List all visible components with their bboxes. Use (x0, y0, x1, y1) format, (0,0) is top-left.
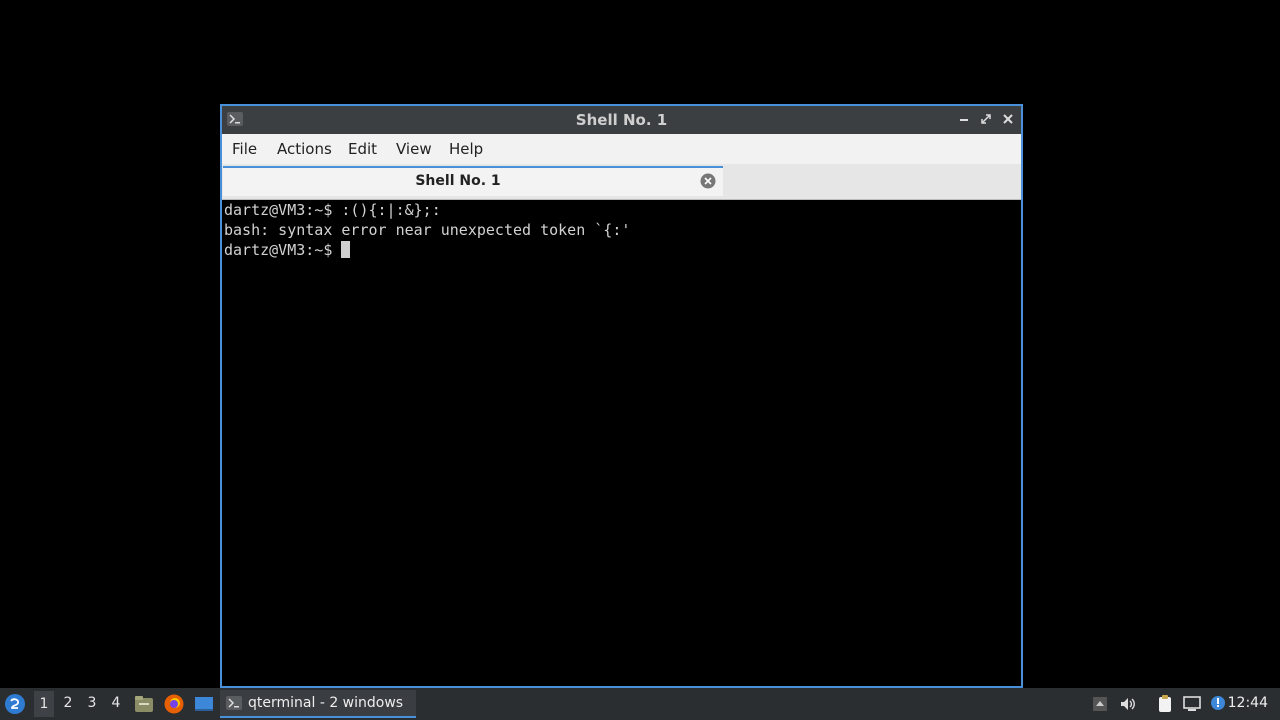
tray-arrow-icon[interactable] (1090, 694, 1110, 714)
tab-shell-1[interactable]: Shell No. 1 (223, 166, 723, 196)
tab-bar: Shell No. 1 (222, 164, 1021, 200)
text-cursor (341, 241, 351, 258)
menu-view[interactable]: View (396, 140, 432, 158)
start-menu-icon[interactable] (4, 693, 26, 715)
task-qterminal[interactable]: qterminal - 2 windows (220, 690, 416, 718)
desktop-2[interactable]: 2 (58, 695, 78, 711)
menu-bar: File Actions Edit View Help (222, 134, 1021, 164)
terminal-line: bash: syntax error near unexpected token… (224, 221, 631, 239)
terminal-icon (226, 696, 242, 710)
volume-icon[interactable] (1118, 694, 1138, 714)
clock[interactable]: 12:44 (1228, 695, 1268, 711)
tab-close-icon[interactable] (699, 172, 717, 190)
window-title: Shell No. 1 (575, 111, 668, 129)
desktop-3[interactable]: 3 (82, 695, 102, 711)
update-notifier-icon[interactable] (1208, 694, 1228, 714)
terminal-prompt-line: dartz@VM3:~$ (224, 240, 1021, 260)
desktop-1[interactable]: 1 (34, 691, 54, 717)
desktop-4[interactable]: 4 (106, 695, 126, 711)
terminal-prompt: dartz@VM3:~$ (224, 241, 342, 259)
title-bar[interactable]: Shell No. 1 (222, 106, 1021, 134)
menu-file[interactable]: File (232, 140, 257, 158)
terminal-line: dartz@VM3:~$ :(){:|:&};: (224, 201, 441, 219)
tab-label: Shell No. 1 (415, 173, 501, 189)
taskbar: 1 2 3 4 qterminal - 2 windows 12:44 (0, 688, 1280, 720)
task-label: qterminal - 2 windows (248, 695, 404, 711)
menu-help[interactable]: Help (449, 140, 483, 158)
menu-actions[interactable]: Actions (277, 140, 332, 158)
terminal-output[interactable]: dartz@VM3:~$ :(){:|:&};: bash: syntax er… (224, 200, 1021, 686)
maximize-button[interactable] (977, 110, 995, 128)
firefox-icon[interactable] (163, 693, 185, 715)
close-button[interactable] (999, 110, 1017, 128)
network-icon[interactable] (1182, 694, 1202, 714)
clipboard-icon[interactable] (1155, 694, 1175, 714)
show-desktop-icon[interactable] (193, 693, 215, 715)
file-manager-icon[interactable] (133, 693, 155, 715)
terminal-window[interactable]: Shell No. 1 File Actions Edit View Help … (220, 104, 1023, 688)
menu-edit[interactable]: Edit (348, 140, 377, 158)
minimize-button[interactable] (955, 110, 973, 128)
